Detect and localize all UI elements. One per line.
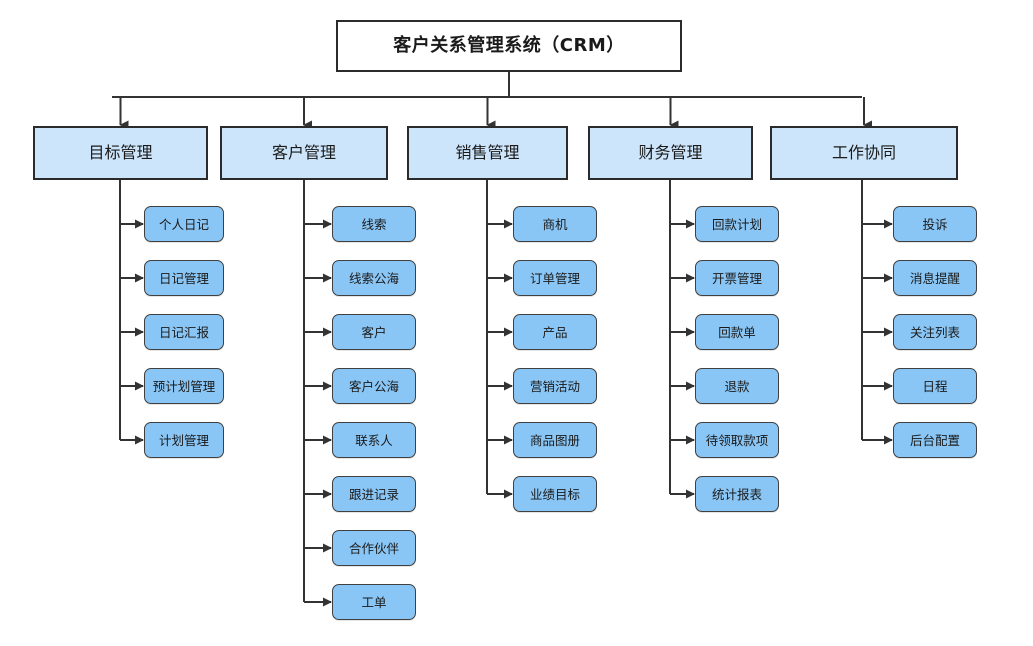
leaf-node[interactable]: 统计报表 xyxy=(695,476,779,512)
leaf-node-label: 订单管理 xyxy=(529,270,580,286)
leaf-node-label: 日记管理 xyxy=(158,270,209,286)
leaf-node-label: 退款 xyxy=(724,378,750,394)
leaf-node[interactable]: 回款计划 xyxy=(695,206,779,242)
category-node-label: 工作协同 xyxy=(831,143,896,163)
leaf-node[interactable]: 计划管理 xyxy=(144,422,224,458)
category-node-work-collaboration[interactable]: 工作协同 xyxy=(770,126,958,180)
leaf-node-label: 工单 xyxy=(361,594,387,610)
leaf-node[interactable]: 预计划管理 xyxy=(144,368,224,404)
category-node-label: 目标管理 xyxy=(88,143,153,163)
leaf-node[interactable]: 待领取款项 xyxy=(695,422,779,458)
leaf-node[interactable]: 线索 xyxy=(332,206,416,242)
leaf-node[interactable]: 业绩目标 xyxy=(513,476,597,512)
category-node-label: 客户管理 xyxy=(271,143,336,163)
leaf-node[interactable]: 合作伙伴 xyxy=(332,530,416,566)
leaf-node-label: 开票管理 xyxy=(711,270,762,286)
root-node-label: 客户关系管理系统（CRM） xyxy=(393,35,625,57)
category-node-label: 财务管理 xyxy=(638,143,703,163)
leaf-node-label: 产品 xyxy=(542,324,568,340)
leaf-node[interactable]: 客户 xyxy=(332,314,416,350)
leaf-node-label: 后台配置 xyxy=(909,432,960,448)
leaf-node-label: 回款计划 xyxy=(711,216,762,232)
leaf-node[interactable]: 消息提醒 xyxy=(893,260,977,296)
category-node-finance-management[interactable]: 财务管理 xyxy=(588,126,753,180)
category-node-goal-management[interactable]: 目标管理 xyxy=(33,126,208,180)
leaf-node-label: 待领取款项 xyxy=(705,432,769,448)
leaf-node-label: 回款单 xyxy=(718,324,756,340)
leaf-node[interactable]: 退款 xyxy=(695,368,779,404)
leaf-node-label: 计划管理 xyxy=(158,432,209,448)
leaf-node[interactable]: 营销活动 xyxy=(513,368,597,404)
leaf-node-label: 日程 xyxy=(922,378,948,394)
leaf-node[interactable]: 日记汇报 xyxy=(144,314,224,350)
leaf-node-label: 客户公海 xyxy=(348,378,399,394)
leaf-node[interactable]: 回款单 xyxy=(695,314,779,350)
leaf-node[interactable]: 关注列表 xyxy=(893,314,977,350)
leaf-node[interactable]: 商机 xyxy=(513,206,597,242)
leaf-node[interactable]: 订单管理 xyxy=(513,260,597,296)
leaf-node[interactable]: 工单 xyxy=(332,584,416,620)
leaf-node[interactable]: 日程 xyxy=(893,368,977,404)
leaf-node[interactable]: 日记管理 xyxy=(144,260,224,296)
crm-structure-diagram: 客户关系管理系统（CRM） 目标管理 客户管理 销售管理 财务管理 工作协同 个人日记日… xyxy=(0,0,1033,646)
leaf-node-label: 合作伙伴 xyxy=(348,540,399,556)
category-node-sales-management[interactable]: 销售管理 xyxy=(407,126,568,180)
leaf-node-label: 日记汇报 xyxy=(158,324,209,340)
leaf-node-label: 联系人 xyxy=(355,432,393,448)
leaf-node[interactable]: 开票管理 xyxy=(695,260,779,296)
leaf-node-label: 营销活动 xyxy=(529,378,580,394)
leaf-node-label: 商品图册 xyxy=(529,432,580,448)
leaf-node[interactable]: 客户公海 xyxy=(332,368,416,404)
leaf-node[interactable]: 跟进记录 xyxy=(332,476,416,512)
leaf-node-label: 跟进记录 xyxy=(348,486,399,502)
category-node-label: 销售管理 xyxy=(455,143,520,163)
leaf-node-label: 商机 xyxy=(542,216,568,232)
leaf-node-label: 客户 xyxy=(361,324,387,340)
leaf-node-label: 线索公海 xyxy=(348,270,399,286)
category-node-customer-management[interactable]: 客户管理 xyxy=(220,126,388,180)
leaf-node-label: 预计划管理 xyxy=(152,378,216,394)
leaf-node-label: 线索 xyxy=(361,216,387,232)
leaf-node-label: 投诉 xyxy=(922,216,948,232)
leaf-node[interactable]: 投诉 xyxy=(893,206,977,242)
leaf-node-label: 个人日记 xyxy=(158,216,209,232)
leaf-node[interactable]: 产品 xyxy=(513,314,597,350)
leaf-node-label: 统计报表 xyxy=(711,486,762,502)
leaf-node[interactable]: 线索公海 xyxy=(332,260,416,296)
leaf-node[interactable]: 后台配置 xyxy=(893,422,977,458)
root-node[interactable]: 客户关系管理系统（CRM） xyxy=(336,20,682,72)
leaf-node-label: 消息提醒 xyxy=(909,270,960,286)
leaf-node[interactable]: 联系人 xyxy=(332,422,416,458)
leaf-node-label: 业绩目标 xyxy=(529,486,580,502)
leaf-node[interactable]: 商品图册 xyxy=(513,422,597,458)
leaf-node-label: 关注列表 xyxy=(909,324,960,340)
leaf-node[interactable]: 个人日记 xyxy=(144,206,224,242)
